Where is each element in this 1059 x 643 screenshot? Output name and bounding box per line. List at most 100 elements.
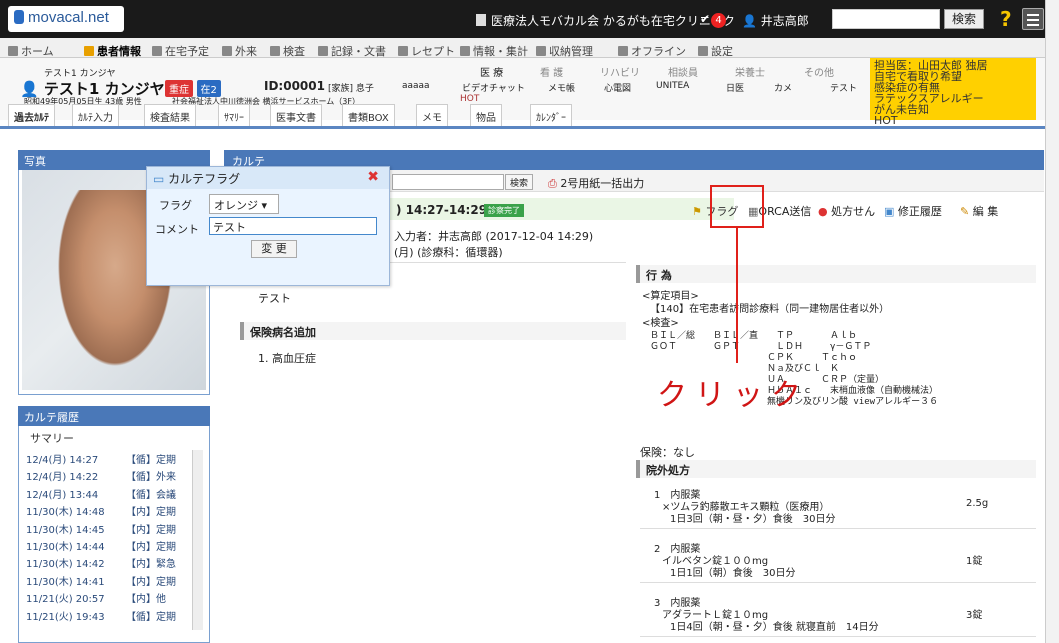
staff-med[interactable]: 医 療 bbox=[480, 64, 503, 79]
edit-button[interactable]: ✎ 編 集 bbox=[960, 203, 998, 219]
history-cell: 【循】 bbox=[126, 455, 156, 466]
unitea-link[interactable]: UNITEA bbox=[656, 81, 689, 91]
history-cell: 他 bbox=[156, 594, 166, 606]
search-button[interactable]: 検索 bbox=[944, 9, 984, 29]
nav-exam[interactable]: 検査 bbox=[270, 43, 305, 59]
tab-calendar[interactable]: ｶﾚﾝﾀﾞｰ bbox=[530, 104, 572, 126]
nav-homecare[interactable]: 在宅予定 bbox=[152, 43, 209, 59]
history-cell: 11/30(木) 14:48 bbox=[26, 507, 105, 519]
notification-badge: 4 bbox=[711, 13, 727, 28]
history-cell: 定期 bbox=[156, 611, 176, 623]
staff-nurse[interactable]: 看 護 bbox=[540, 64, 563, 79]
nav-billing[interactable]: 収納管理 bbox=[536, 43, 593, 59]
comment-input[interactable]: テスト bbox=[209, 217, 377, 235]
click-annotation: クリック bbox=[657, 378, 809, 413]
tab-memo[interactable]: メモ bbox=[416, 104, 448, 126]
tab-goods[interactable]: 物品 bbox=[470, 104, 502, 126]
clinic-name: 医療法人モバカル会 かるがも在宅クリニック bbox=[476, 12, 735, 29]
hot-label: HOT bbox=[460, 94, 480, 104]
karte-search-input[interactable] bbox=[392, 174, 504, 190]
staff-other[interactable]: その他 bbox=[804, 64, 834, 79]
karte-search-button[interactable]: 検索 bbox=[505, 174, 534, 190]
rx-header: 院外処方 bbox=[636, 460, 1036, 478]
flag-select[interactable]: オレンジ ▾ bbox=[209, 194, 279, 214]
home-icon bbox=[8, 46, 18, 56]
document-icon bbox=[318, 46, 328, 56]
history-header: カルテ履歴 bbox=[18, 406, 210, 426]
nikki-link[interactable]: 日医 bbox=[726, 81, 744, 94]
page-scrollbar[interactable] bbox=[1045, 0, 1059, 643]
user-name[interactable]: 👤 井志高郎 bbox=[742, 12, 809, 29]
print-button[interactable]: ⎙ 2号用紙一括出力 bbox=[548, 175, 644, 191]
pencil-icon: ✎ bbox=[960, 205, 970, 218]
tab-doc-box[interactable]: 書類BOX bbox=[342, 104, 395, 126]
nav-receipt[interactable]: レセプト bbox=[398, 43, 455, 59]
rx-u: 1日3回（朝・昼・夕）食後 30日分 bbox=[670, 514, 836, 525]
flag-dialog: ▭ カルテフラグ ✖ フラグ オレンジ ▾ コメント テスト 変 更 bbox=[146, 166, 390, 286]
camera-link[interactable]: カメ bbox=[774, 81, 792, 94]
department-info: (月) (診療科：循環器) bbox=[394, 246, 503, 259]
logo[interactable]: movacal.net bbox=[8, 6, 124, 32]
history-cell: 外来 bbox=[156, 472, 176, 484]
tab-exam-results[interactable]: 検査結果 bbox=[144, 104, 196, 126]
history-cell: 12/4(月) 14:22 bbox=[26, 472, 99, 484]
divider bbox=[0, 126, 1045, 129]
staff-rehab[interactable]: リハビリ bbox=[600, 64, 640, 79]
aaaaa-link[interactable]: aaaaa bbox=[402, 81, 430, 91]
staff-nutrition[interactable]: 栄養士 bbox=[735, 64, 765, 79]
tab-past-karte[interactable]: 過去ｶﾙﾃ bbox=[8, 104, 55, 126]
history-cell: 定期 bbox=[156, 524, 176, 536]
help-icon[interactable]: ? bbox=[1000, 7, 1012, 31]
acts-header: 行 為 bbox=[636, 265, 1036, 283]
rx-divider bbox=[640, 528, 1036, 529]
family-link[interactable]: [家族] 息子 bbox=[328, 81, 374, 94]
sub-tabs: 過去ｶﾙﾃ ｶﾙﾃ入力 検査結果 ｻﾏﾘｰ 医事文書 書類BOX メモ 物品 ｶ… bbox=[8, 104, 638, 126]
tab-medical-doc[interactable]: 医事文書 bbox=[270, 104, 322, 126]
nav-patient[interactable]: 患者情報 bbox=[84, 43, 141, 59]
history-cell: 会議 bbox=[156, 489, 176, 501]
notification[interactable]: ✔ 4 bbox=[700, 12, 727, 28]
flag-label: フラグ bbox=[159, 199, 192, 212]
nav-offline[interactable]: オフライン bbox=[618, 43, 686, 59]
nav-stats[interactable]: 情報・集計 bbox=[460, 43, 528, 59]
history-cell: 【循】 bbox=[126, 489, 156, 501]
history-cell: 定期 bbox=[156, 455, 176, 466]
history-cell: 【内】 bbox=[126, 542, 156, 553]
building-icon bbox=[476, 14, 486, 26]
history-button[interactable]: ▣ 修正履歴 bbox=[884, 203, 942, 219]
video-chat-link[interactable]: ビデオチャット bbox=[462, 81, 525, 94]
history-cell: 緊急 bbox=[156, 559, 176, 571]
inputter-info: 入力者：井志高郎 (2017-12-04 14:29) bbox=[394, 230, 594, 243]
prescription-button[interactable]: ● 処方せん bbox=[818, 203, 875, 219]
nav-records[interactable]: 記録・文書 bbox=[318, 43, 386, 59]
tab-karte-input[interactable]: ｶﾙﾃ入力 bbox=[72, 104, 119, 126]
summary-tab[interactable]: サマリー bbox=[30, 430, 74, 446]
rx-u: 1日1回（朝）食後 30日分 bbox=[670, 568, 796, 579]
tab-summary[interactable]: ｻﾏﾘｰ bbox=[218, 104, 250, 126]
exam-label: <検査> bbox=[642, 318, 679, 329]
test-link[interactable]: テスト bbox=[830, 81, 857, 94]
history-cell: 12/4(月) 14:27 bbox=[26, 455, 99, 466]
history-cell: 【循】 bbox=[126, 611, 156, 623]
nav-settings[interactable]: 設定 bbox=[698, 43, 733, 59]
diagnosis-item: 1. 高血圧症 bbox=[258, 352, 316, 365]
window-icon: ▭ bbox=[153, 172, 165, 186]
history-scrollbar[interactable] bbox=[192, 450, 203, 630]
menu-icon[interactable] bbox=[1022, 8, 1044, 30]
clock-icon bbox=[152, 46, 162, 56]
nav-home[interactable]: ホーム bbox=[8, 43, 54, 59]
memo-link[interactable]: メモ帳 bbox=[548, 81, 575, 94]
history-cell: 11/30(木) 14:45 bbox=[26, 524, 105, 536]
staff-counselor[interactable]: 相談員 bbox=[668, 64, 698, 79]
search-input[interactable] bbox=[832, 9, 940, 29]
chart-icon bbox=[460, 46, 470, 56]
close-icon[interactable]: ✖ bbox=[367, 169, 379, 185]
receipt-icon bbox=[398, 46, 408, 56]
nav-outpatient[interactable]: 外来 bbox=[222, 43, 257, 59]
ecg-link[interactable]: 心電図 bbox=[604, 81, 631, 94]
diagnosis-header: 保険病名追加 bbox=[240, 322, 626, 340]
update-button[interactable]: 変 更 bbox=[251, 240, 297, 258]
history-cell: 定期 bbox=[156, 576, 176, 588]
calc-item: 【140】在宅患者訪問診療料（同一建物居住者以外） bbox=[650, 304, 890, 315]
rx-q: 1錠 bbox=[966, 556, 983, 567]
